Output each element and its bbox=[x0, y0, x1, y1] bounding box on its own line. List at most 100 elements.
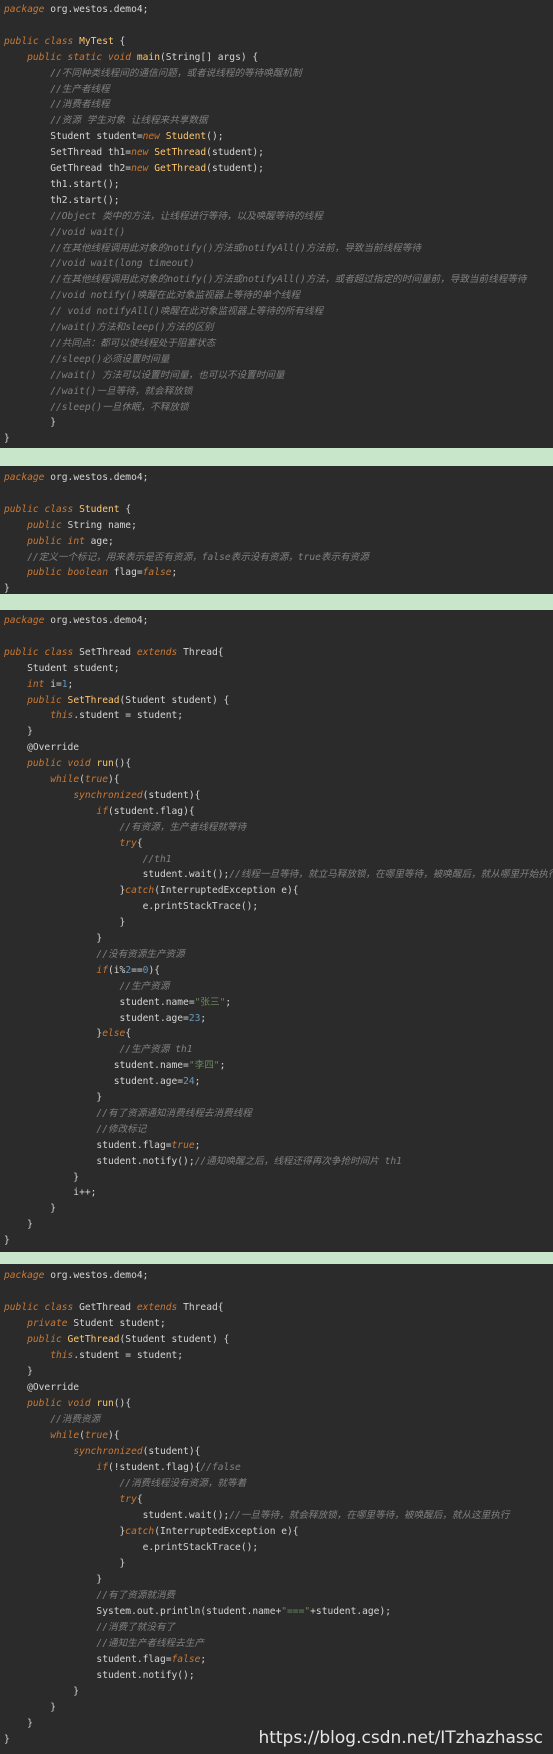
code-line: if(!student.flag){//false bbox=[96, 1462, 241, 1473]
code-line: } bbox=[4, 1092, 103, 1103]
code-line: //在其他线程调用此对象的notify()方法或notifyAll()方法，或者… bbox=[50, 274, 527, 286]
code-line: try{ bbox=[119, 1494, 143, 1505]
code-line: Student student=new Student(); bbox=[4, 131, 224, 143]
code-line: }catch(InterruptedException e){ bbox=[4, 885, 299, 897]
code-line: } bbox=[4, 583, 10, 595]
code-line: //消费者线程 bbox=[50, 99, 110, 111]
code-line: //void wait(long timeout) bbox=[50, 258, 195, 270]
code-line: //有资源，生产者线程就等待 bbox=[119, 821, 247, 833]
code-line: public void run(){ bbox=[27, 1398, 132, 1409]
code-line: student.notify();//通知唤醒之后，线程还得再次争抢时间片 th… bbox=[4, 1155, 402, 1167]
code-line: student.age=24; bbox=[4, 1076, 201, 1088]
code-line: //有了资源就消费 bbox=[96, 1590, 176, 1601]
code-line: public boolean flag=false; bbox=[27, 567, 178, 579]
code-line: //修改标记 bbox=[96, 1123, 147, 1135]
code-line: //不同种类线程间的通信问题，或者说线程的等待唤醒机制 bbox=[50, 67, 302, 79]
code-line: System.out.println(student.name+"==="+st… bbox=[4, 1606, 392, 1617]
code-line: }catch(InterruptedException e){ bbox=[4, 1526, 299, 1537]
code-line: th2.start(); bbox=[4, 194, 120, 206]
code-line: public class MyTest { bbox=[4, 35, 126, 47]
code-line: try{ bbox=[119, 837, 143, 849]
code-line: } bbox=[4, 1171, 80, 1183]
code-line: //没有资源生产资源 bbox=[96, 948, 185, 960]
code-line: e.printStackTrace(); bbox=[4, 1542, 259, 1553]
code-line: //消费了就没有了 bbox=[96, 1622, 176, 1633]
code-line: synchronized(student){ bbox=[73, 1446, 201, 1457]
code-line: } bbox=[4, 1686, 80, 1697]
code-line: //th1 bbox=[142, 853, 172, 865]
code-line: //sleep()必须设置时间量 bbox=[50, 353, 170, 365]
code-line: @Override bbox=[4, 742, 80, 754]
code-line: } bbox=[4, 1718, 33, 1729]
code-line: student.flag=true; bbox=[4, 1139, 201, 1151]
code-line: while(true){ bbox=[50, 1430, 120, 1441]
code-line: while(true){ bbox=[50, 774, 120, 785]
panel-separator bbox=[0, 594, 553, 610]
code-line: if(i%2==0){ bbox=[96, 964, 160, 976]
code-line: // void notifyAll()唤醒在此对象监视器上等待的所有线程 bbox=[50, 306, 324, 318]
panel-separator bbox=[0, 1252, 553, 1264]
code-line: } bbox=[4, 433, 10, 445]
code-line: } bbox=[4, 1734, 10, 1745]
code-line: student.flag=false; bbox=[4, 1654, 207, 1665]
code-line: //消费线程没有资源，就等着 bbox=[119, 1478, 247, 1489]
code-line: } bbox=[4, 1702, 56, 1713]
code-line: package org.westos.demo4; bbox=[4, 4, 149, 15]
code-line: //void wait() bbox=[50, 226, 126, 238]
code-line: @Override bbox=[4, 1382, 80, 1393]
code-line: synchronized(student){ bbox=[73, 789, 201, 801]
code-line: Student student; bbox=[4, 662, 120, 674]
code-line: e.printStackTrace(); bbox=[4, 901, 259, 913]
code-line: } bbox=[4, 1366, 33, 1377]
code-line: private Student student; bbox=[27, 1318, 166, 1329]
code-line: student.age=23; bbox=[4, 1012, 207, 1024]
code-line: int i=1; bbox=[27, 678, 74, 690]
code-line: } bbox=[4, 726, 33, 738]
code-line: student.wait();//一旦等待，就会释放锁，在哪里等待，被唤醒后，就… bbox=[4, 1510, 510, 1521]
code-line: public SetThread(Student student) { bbox=[27, 694, 230, 706]
code-line: //void notify()唤醒在此对象监视器上等待的单个线程 bbox=[50, 290, 300, 302]
code-line: public static void main(String[] args) { bbox=[27, 51, 259, 63]
code-line: //生产者线程 bbox=[50, 83, 110, 95]
code-line: //wait() 方法可以设置时间量，也可以不设置时间量 bbox=[50, 369, 285, 381]
code-line: //生产资源 bbox=[119, 980, 170, 992]
code-line: public void run(){ bbox=[27, 758, 132, 770]
code-line: }else{ bbox=[4, 1028, 132, 1040]
code-line: student.wait();//线程一旦等待，就立马释放锁，在哪里等待，被唤醒… bbox=[4, 869, 553, 881]
code-line: student.notify(); bbox=[4, 1670, 195, 1681]
panel-separator bbox=[0, 448, 553, 466]
code-line: } bbox=[4, 1574, 103, 1585]
code-line: //wait()一旦等待，就会释放锁 bbox=[50, 385, 193, 397]
code-line: public class GetThread extends Thread{ bbox=[4, 1302, 224, 1313]
code-line: } bbox=[4, 917, 126, 929]
watermark: https://blog.csdn.net/ITzhazhassc bbox=[258, 1728, 543, 1748]
code-line: } bbox=[4, 933, 103, 944]
code-line: public class Student { bbox=[4, 503, 132, 515]
code-line: } bbox=[4, 1235, 10, 1247]
code-line: } bbox=[4, 417, 56, 429]
code-line: this.student = student; bbox=[50, 710, 184, 722]
code-line: //消费资源 bbox=[50, 1414, 101, 1425]
code-line: //有了资源通知消费线程去消费线程 bbox=[96, 1107, 252, 1119]
code-line: SetThread th1=new SetThread(student); bbox=[4, 147, 264, 159]
code-line: } bbox=[4, 1558, 126, 1569]
code-line: //共同点：都可以使线程处于阻塞状态 bbox=[50, 337, 216, 349]
code-line: //资源 学生对象 让线程来共享数据 bbox=[50, 115, 208, 127]
code-line: this.student = student; bbox=[50, 1350, 184, 1361]
code-line: public String name; bbox=[27, 519, 137, 531]
code-line: public GetThread(Student student) { bbox=[27, 1334, 230, 1345]
code-line: i++; bbox=[4, 1187, 97, 1199]
code-line: package org.westos.demo4; bbox=[4, 1270, 149, 1281]
code-line: //wait()方法和sleep()方法的区别 bbox=[50, 322, 214, 333]
code-line: //定义一个标记，用来表示是否有资源，false表示没有资源，true表示有资源 bbox=[27, 551, 369, 563]
code-line: //通知生产者线程去生产 bbox=[96, 1638, 204, 1649]
code-line: //Object 类中的方法，让线程进行等待，以及唤醒等待的线程 bbox=[50, 210, 323, 222]
code-line: package org.westos.demo4; bbox=[4, 615, 149, 626]
code-line: public class SetThread extends Thread{ bbox=[4, 646, 224, 658]
code-line: th1.start(); bbox=[4, 178, 120, 190]
code-line: student.name="张三"; bbox=[4, 996, 232, 1008]
code-line: GetThread th2=new GetThread(student); bbox=[4, 163, 264, 174]
code-line: student.name="李四"; bbox=[4, 1060, 226, 1072]
code-line: //生产资源 th1 bbox=[119, 1044, 193, 1056]
code-line: //在其他线程调用此对象的notify()方法或notifyAll()方法前，导… bbox=[50, 242, 421, 254]
